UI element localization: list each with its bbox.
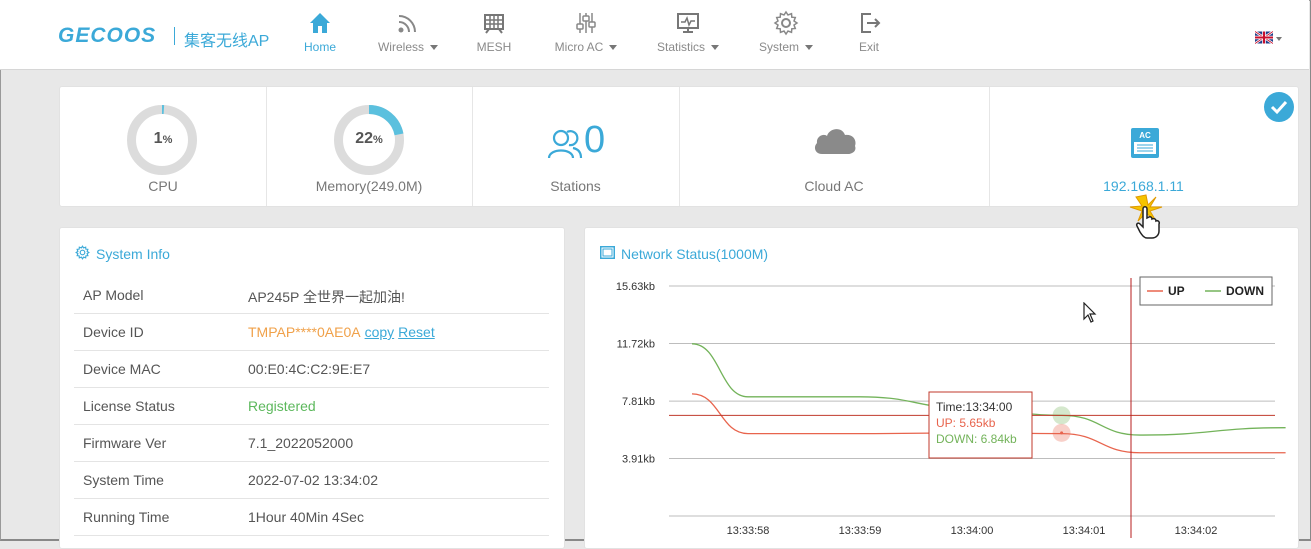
nav-exit[interactable]: Exit [852,10,886,65]
brand-subtitle: 集客无线AP [184,33,270,50]
row-value: 2022-07-02 13:34:02 [248,472,378,488]
nav-exit-label: Exit [858,40,879,54]
ac-device-icon: AC [1131,128,1159,158]
table-row: License Status Registered [74,388,549,425]
license-status-value: Registered [248,398,316,414]
stations-count: 0 [584,119,606,161]
row-key: License Status [83,398,175,414]
row-key: System Time [83,472,164,488]
system-info-title: System Info [96,246,170,262]
nav-system[interactable]: System [754,10,818,65]
nav-system-label: System [758,40,799,54]
tooltip-down: DOWN: 6.84kb [936,432,1017,446]
copy-link[interactable]: copy [365,324,395,340]
row-key: Running Time [83,509,170,525]
row-key: Device ID [83,324,144,340]
cpu-stat: 1% CPU [60,87,267,206]
gear-icon [773,10,799,36]
top-navigation-bar: GECOOS 集客无线AP Home Wireless MESH Micro A… [0,0,1309,70]
up-hover-point [1060,431,1064,435]
exit-icon [861,13,881,33]
chevron-down-icon [711,45,719,51]
chevron-down-icon [805,45,813,51]
row-value: 00:E0:4C:C2:9E:E7 [248,361,371,377]
row-value: 7.1_2022052000 [248,435,354,451]
sliders-icon [576,13,596,33]
memory-label: Memory(249.0M) [315,178,423,194]
hand-cursor-icon [1129,194,1163,239]
row-key: Firmware Ver [83,435,167,451]
y-tick-label: 3.91kb [622,453,655,465]
stations-label: Stations [550,178,601,194]
nav-micro-ac-label: Micro AC [554,40,604,54]
cloud-ac-label: Cloud AC [804,178,864,194]
cpu-label: CPU [148,178,178,194]
ac-controller-stat[interactable]: AC 192.168.1.11 [989,87,1298,206]
tooltip-time: Time:13:34:00 [936,400,1013,414]
ac-icon-text: AC [1139,131,1151,140]
ac-ip-link[interactable]: 192.168.1.11 [989,178,1298,194]
tooltip-up: UP: 5.65kb [936,416,996,430]
nav-home[interactable]: Home [300,10,340,65]
reset-link[interactable]: Reset [398,324,435,340]
row-key: AP Model [83,287,144,303]
language-dropdown-caret[interactable] [1276,37,1282,41]
legend-label-down: DOWN [1226,284,1264,298]
table-row: Device MAC 00:E0:4C:C2:9E:E7 [74,351,549,388]
nav-wireless-label: Wireless [377,40,424,54]
row-value: TMPAP****0AE0A copy Reset [248,324,435,340]
y-tick-label: 7.81kb [622,396,655,408]
row-key: Device MAC [83,361,161,377]
mesh-icon [484,14,504,34]
x-tick-label: 13:34:02 [1175,525,1218,537]
memory-stat: 22% Memory(249.0M) [266,87,473,206]
nav-wireless[interactable]: Wireless [372,10,444,65]
stations-stat: 0 Stations [472,87,680,206]
status-summary-card: 1% CPU 22% Memory(249.0M) 0 Stations Clo… [59,86,1299,207]
nav-micro-ac[interactable]: Micro AC [550,10,622,65]
device-id-value: TMPAP****0AE0A [248,324,361,340]
table-row: AP Model AP245P 全世界一起加油! [74,277,549,314]
cpu-value: 1% [153,130,173,147]
x-tick-label: 13:34:00 [951,525,994,537]
y-tick-label: 15.63kb [616,281,655,293]
nav-mesh-label: MESH [476,40,512,54]
home-icon [310,13,330,33]
table-row: Device ID TMPAP****0AE0A copy Reset [74,314,549,351]
arrow-cursor-icon [1083,302,1097,323]
cloud-ac-stat: Cloud AC [679,87,990,206]
network-chart[interactable]: 15.63kb 11.72kb 7.81kb 3.91kb 13:33:58 13:33:… [585,228,1298,548]
nav-statistics-label: Statistics [656,40,705,54]
monitor-chart-icon [677,13,699,33]
network-status-panel: Network Status(1000M) 15.63kb 11.72kb 7.81… [584,227,1299,549]
table-row: Running Time 1Hour 40Min 4Sec [74,499,549,536]
uk-flag-icon[interactable] [1255,31,1273,44]
y-tick-label: 11.72kb [617,339,655,351]
x-tick-label: 13:34:01 [1063,525,1106,537]
memory-value: 22% [355,130,383,147]
row-value: 1Hour 40Min 4Sec [248,509,364,525]
chevron-down-icon [430,45,438,51]
check-circle-icon [1264,92,1294,122]
chevron-down-icon [609,45,618,51]
x-tick-label: 13:33:58 [727,525,770,537]
users-icon [547,129,583,159]
gear-icon [75,245,90,260]
legend-label-up: UP [1168,284,1185,298]
nav-statistics[interactable]: Statistics [652,10,724,65]
gecoos-logo: GECOOS [58,24,157,47]
table-row: System Time 2022-07-02 13:34:02 [74,462,549,499]
logo-separator [174,27,175,45]
x-tick-label: 13:33:59 [839,525,882,537]
row-value: AP245P 全世界一起加油! [248,289,405,305]
cloud-icon [814,129,856,154]
wifi-icon [398,15,416,33]
nav-mesh[interactable]: MESH [474,10,514,65]
system-info-panel: System Info AP Model AP245P 全世界一起加油! Dev… [59,227,565,549]
table-row: Firmware Ver 7.1_2022052000 [74,425,549,462]
nav-home-label: Home [303,40,336,54]
